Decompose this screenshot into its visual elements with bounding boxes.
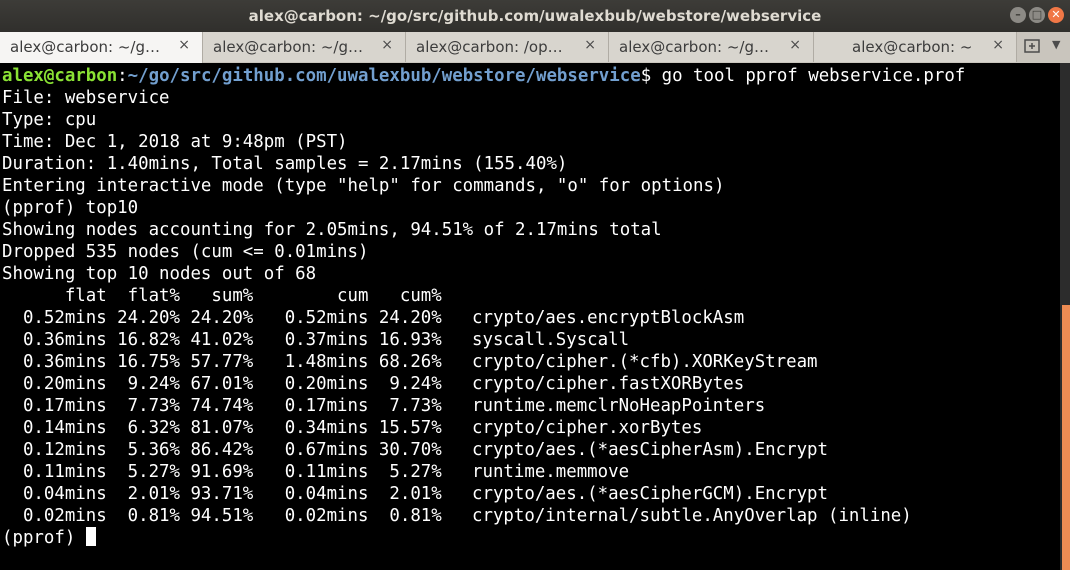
table-row: 0.11mins 5.27% 91.69% 0.11mins 5.27% runt… xyxy=(2,462,629,482)
row-func: crypto/internal/subtle.AnyOverlap (inlin… xyxy=(472,506,912,526)
row-func: crypto/aes.encryptBlockAsm xyxy=(472,308,745,328)
output-line: Dropped 535 nodes (cum <= 0.01mins) xyxy=(2,242,369,262)
close-tab-icon[interactable]: × xyxy=(992,37,1004,53)
row-stats: 0.14mins 6.32% 81.07% 0.34mins 15.57% xyxy=(2,418,442,438)
command-text: $ go tool pprof webservice.prof xyxy=(640,66,966,86)
scrollbar-thumb[interactable] xyxy=(1062,305,1070,570)
prompt-user: alex@carbon xyxy=(2,66,118,86)
tab-1[interactable]: alex@carbon: ~/g… × xyxy=(0,32,203,63)
table-row: 0.36mins 16.82% 41.02% 0.37mins 16.93% sy… xyxy=(2,330,629,350)
tab-4[interactable]: alex@carbon: ~/g… × xyxy=(609,32,814,62)
row-stats: 0.36mins 16.75% 57.77% 1.48mins 68.26% xyxy=(2,352,442,372)
row-stats: 0.02mins 0.81% 94.51% 0.02mins 0.81% xyxy=(2,506,442,526)
minimize-icon[interactable]: – xyxy=(1010,7,1026,23)
output-line: Time: Dec 1, 2018 at 9:48pm (PST) xyxy=(2,132,348,152)
prompt-separator: : xyxy=(117,66,128,86)
row-func: runtime.memmove xyxy=(472,462,630,482)
close-tab-icon[interactable]: × xyxy=(584,37,596,53)
tab-label: alex@carbon: /op… xyxy=(416,38,563,56)
tab-label: alex@carbon: ~ xyxy=(852,38,973,56)
row-stats: 0.20mins 9.24% 67.01% 0.20mins 9.24% xyxy=(2,374,442,394)
tab-label: alex@carbon: ~/g… xyxy=(213,38,363,56)
pprof-prompt[interactable]: (pprof) xyxy=(2,528,86,548)
close-tab-icon[interactable]: × xyxy=(178,37,190,53)
table-row: 0.20mins 9.24% 67.01% 0.20mins 9.24% cryp… xyxy=(2,374,744,394)
output-line: Showing top 10 nodes out of 68 xyxy=(2,264,317,284)
prompt-path: ~/go/src/github.com/uwalexbub/webstore/w… xyxy=(127,66,641,86)
row-func: crypto/aes.(*aesCipherAsm).Encrypt xyxy=(472,440,828,460)
plus-icon[interactable] xyxy=(1024,37,1042,55)
tab-3[interactable]: alex@carbon: /op… × xyxy=(406,32,609,62)
row-stats: 0.17mins 7.73% 74.74% 0.17mins 7.73% xyxy=(2,396,442,416)
table-row: 0.17mins 7.73% 74.74% 0.17mins 7.73% runt… xyxy=(2,396,765,416)
close-tab-icon[interactable]: × xyxy=(789,37,801,53)
table-row: 0.04mins 2.01% 93.71% 0.04mins 2.01% cryp… xyxy=(2,484,828,504)
maximize-icon[interactable]: □ xyxy=(1029,7,1045,23)
row-stats: 0.04mins 2.01% 93.71% 0.04mins 2.01% xyxy=(2,484,442,504)
row-stats: 0.11mins 5.27% 91.69% 0.11mins 5.27% xyxy=(2,462,442,482)
close-icon[interactable]: ✕ xyxy=(1048,7,1064,23)
output-line: Entering interactive mode (type "help" f… xyxy=(2,176,725,196)
row-func: crypto/cipher.fastXORBytes xyxy=(472,374,745,394)
row-func: crypto/cipher.(*cfb).XORKeyStream xyxy=(472,352,818,372)
tab-label: alex@carbon: ~/g… xyxy=(10,38,160,56)
row-stats: 0.52mins 24.20% 24.20% 0.52mins 24.20% xyxy=(2,308,442,328)
window-titlebar[interactable]: alex@carbon: ~/go/src/github.com/uwalexb… xyxy=(0,0,1070,32)
table-header: flat flat% sum% cum cum% xyxy=(2,286,442,306)
tab-2[interactable]: alex@carbon: ~/g… × xyxy=(203,32,406,62)
row-stats: 0.12mins 5.36% 86.42% 0.67mins 30.70% xyxy=(2,440,442,460)
window-title: alex@carbon: ~/go/src/github.com/uwalexb… xyxy=(248,7,822,25)
output-line: File: webservice xyxy=(2,88,170,108)
window-controls: – □ ✕ xyxy=(1010,7,1064,23)
tab-bar: alex@carbon: ~/g… × alex@carbon: ~/g… × … xyxy=(0,32,1070,64)
output-line: Showing nodes accounting for 2.05mins, 9… xyxy=(2,220,662,240)
row-func: runtime.memclrNoHeapPointers xyxy=(472,396,766,416)
table-row: 0.12mins 5.36% 86.42% 0.67mins 30.70% cry… xyxy=(2,440,828,460)
close-tab-icon[interactable]: × xyxy=(381,37,393,53)
table-row: 0.14mins 6.32% 81.07% 0.34mins 15.57% cry… xyxy=(2,418,702,438)
table-row: 0.36mins 16.75% 57.77% 1.48mins 68.26% cr… xyxy=(2,352,818,372)
output-line: Duration: 1.40mins, Total samples = 2.17… xyxy=(2,154,568,174)
text-cursor xyxy=(85,527,96,546)
row-func: crypto/aes.(*aesCipherGCM).Encrypt xyxy=(472,484,828,504)
row-func: syscall.Syscall xyxy=(472,330,630,350)
tab-5[interactable]: alex@carbon: ~ × xyxy=(814,32,1017,62)
output-line: Type: cpu xyxy=(2,110,97,130)
terminal-output[interactable]: alex@carbon:~/go/src/github.com/uwalexbu… xyxy=(0,63,1060,570)
row-func: crypto/cipher.xorBytes xyxy=(472,418,703,438)
chevron-down-icon[interactable]: ▼ xyxy=(1052,38,1060,51)
table-row: 0.52mins 24.20% 24.20% 0.52mins 24.20% cr… xyxy=(2,308,744,328)
terminal-text: alex@carbon:~/go/src/github.com/uwalexbu… xyxy=(0,63,1060,549)
tab-label: alex@carbon: ~/g… xyxy=(619,38,769,56)
table-row: 0.02mins 0.81% 94.51% 0.02mins 0.81% cryp… xyxy=(2,506,912,526)
output-line: (pprof) top10 xyxy=(2,198,139,218)
row-stats: 0.36mins 16.82% 41.02% 0.37mins 16.93% xyxy=(2,330,442,350)
